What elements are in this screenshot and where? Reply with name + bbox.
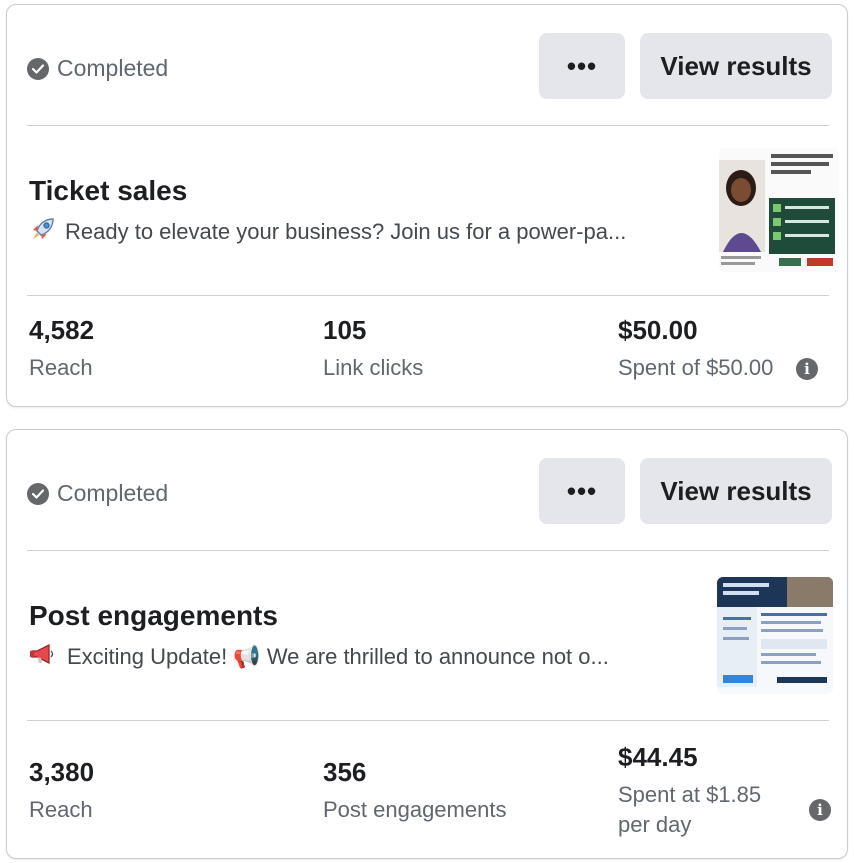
- megaphone-icon: [29, 642, 59, 672]
- metric-label-spent: Spent at $1.85 per day: [618, 782, 762, 837]
- divider: [27, 550, 829, 551]
- view-results-button[interactable]: View results: [640, 458, 832, 524]
- divider: [27, 720, 829, 721]
- ad-thumbnail-image[interactable]: [719, 148, 839, 272]
- status-indicator: Completed: [27, 55, 168, 82]
- info-icon[interactable]: i: [796, 358, 818, 380]
- description-text: Ready to elevate your business? Join us …: [65, 219, 627, 244]
- metric-value-reach: 3,380: [29, 757, 95, 787]
- check-circle-icon: [27, 482, 49, 505]
- rocket-icon: [29, 215, 57, 249]
- info-icon[interactable]: i: [809, 799, 831, 821]
- metric-label-spent: Spent of $50.00: [618, 355, 774, 380]
- metric-value-spent: $50.00: [618, 315, 698, 345]
- campaign-description: Exciting Update! 📢 We are thrilled to an…: [29, 642, 609, 672]
- more-options-button[interactable]: •••: [539, 458, 625, 524]
- status-indicator: Completed: [27, 480, 168, 507]
- metric-value-link-clicks: 105: [323, 315, 367, 345]
- view-results-button[interactable]: View results: [640, 33, 832, 99]
- status-label: Completed: [57, 55, 169, 81]
- metric-value-spent: $44.45: [618, 742, 698, 772]
- ad-thumbnail-image[interactable]: [717, 577, 833, 694]
- metric-label-reach: Reach: [29, 797, 93, 822]
- metric-label-link-clicks: Link clicks: [323, 355, 424, 380]
- campaign-title: Ticket sales: [29, 175, 188, 206]
- metric-value-post-engagements: 356: [323, 757, 367, 787]
- divider: [27, 295, 829, 296]
- check-circle-icon: [27, 57, 49, 80]
- campaign-card: Completed ••• View results Post engageme…: [6, 429, 848, 859]
- metric-label-post-engagements: Post engagements: [323, 797, 507, 822]
- metric-label-reach: Reach: [29, 355, 93, 380]
- description-text: Exciting Update! 📢 We are thrilled to an…: [67, 644, 609, 669]
- campaign-title: Post engagements: [29, 600, 278, 631]
- divider: [27, 125, 829, 126]
- campaign-description: Ready to elevate your business? Join us …: [29, 215, 626, 249]
- metric-value-reach: 4,582: [29, 315, 95, 345]
- status-label: Completed: [57, 480, 169, 506]
- more-options-button[interactable]: •••: [539, 33, 625, 99]
- campaign-card: Completed ••• View results Ticket sales …: [6, 4, 848, 407]
